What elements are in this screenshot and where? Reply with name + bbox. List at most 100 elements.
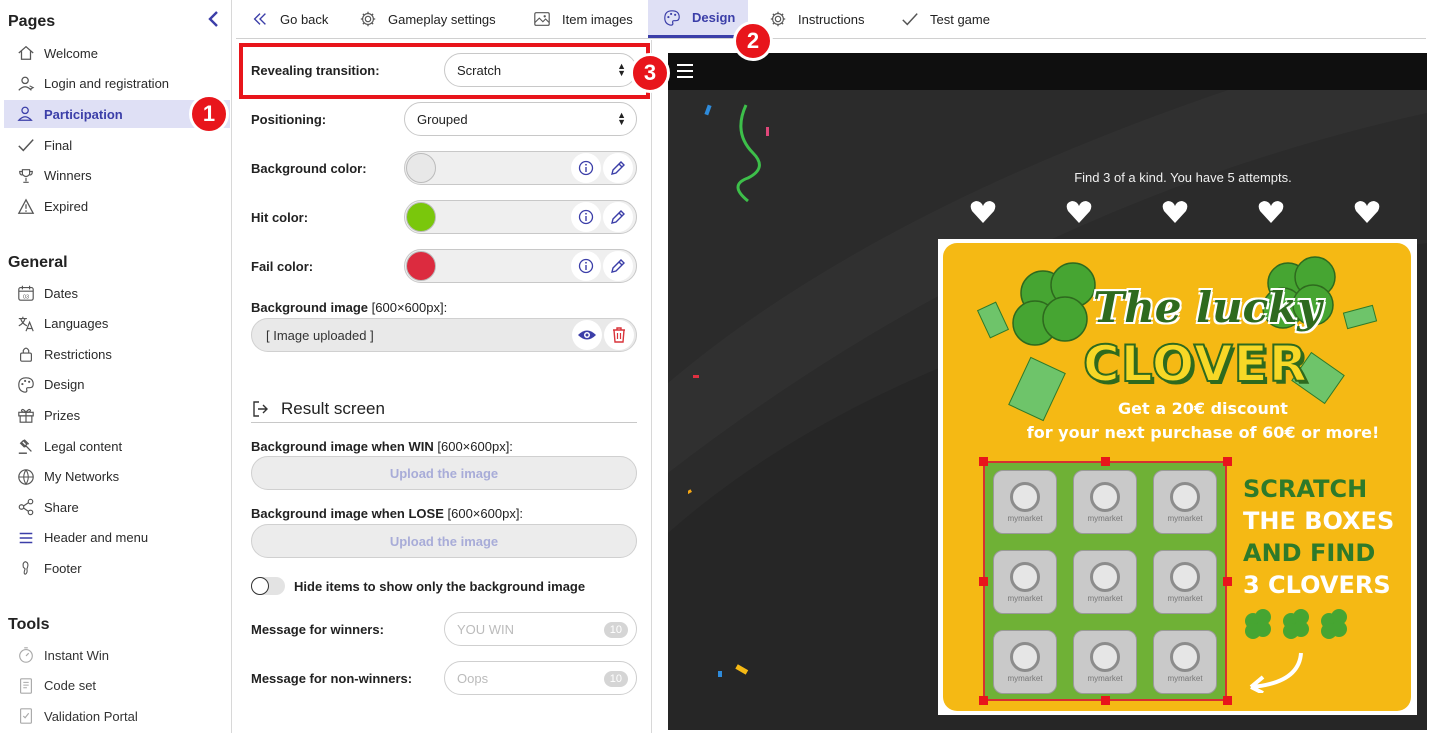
scratch-cell[interactable]: mymarket <box>1073 470 1137 534</box>
sidebar-item-footer[interactable]: Footer <box>4 554 230 582</box>
scratch-cell[interactable]: mymarket <box>1153 470 1217 534</box>
sidebar-item-header-and-menu[interactable]: Header and menu <box>4 524 230 552</box>
sidebar-item-restrictions[interactable]: Restrictions <box>4 340 230 368</box>
hamburger-menu-icon[interactable] <box>676 62 694 83</box>
fail-color-swatch[interactable] <box>406 251 436 281</box>
scratch-cell[interactable]: mymarket <box>1153 550 1217 614</box>
heart-icon <box>1257 198 1285 226</box>
resize-handle[interactable] <box>979 577 988 586</box>
sidebar-item-share[interactable]: Share <box>4 493 230 521</box>
positioning-select[interactable]: Grouped ▲ ▼ <box>404 102 637 136</box>
hide-items-label: Hide items to show only the background i… <box>294 578 586 594</box>
sidebar-item-label: Login and registration <box>44 76 170 92</box>
tab-test-game[interactable]: Test game <box>900 0 1010 38</box>
positioning-label: Positioning: <box>251 111 327 127</box>
coin-logo-icon <box>1090 481 1120 512</box>
scratch-cell[interactable]: mymarket <box>993 550 1057 614</box>
coin-logo-icon <box>1170 641 1200 672</box>
sidebar-item-design[interactable]: Design <box>4 371 230 399</box>
image-icon <box>532 9 552 29</box>
positioning-value: Grouped <box>417 111 468 127</box>
sidebar-item-prizes[interactable]: Prizes <box>4 401 230 429</box>
eyedropper-icon[interactable] <box>603 251 633 281</box>
nonwinners-msg-input[interactable]: Oops 10 <box>444 661 637 695</box>
sidebar-item-code-set[interactable]: Code set <box>4 672 230 700</box>
tab-go-back[interactable]: Go back <box>250 0 360 38</box>
info-icon[interactable] <box>571 251 601 281</box>
scratch-card: The lucky CLOVER Get a 20€ discount for … <box>938 239 1417 715</box>
collapse-sidebar-icon[interactable] <box>204 9 224 29</box>
bg-color-swatch[interactable] <box>406 153 436 183</box>
lose-image-label: Background image when LOSE [600×600px]: <box>251 505 524 521</box>
win-image-label: Background image when WIN [600×600px]: <box>251 438 513 454</box>
bg-image-value: [ Image uploaded ] <box>266 327 374 343</box>
step-badge-1: 1 <box>189 94 229 134</box>
scratch-cell[interactable]: mymarket <box>993 470 1057 534</box>
sidebar-item-winners[interactable]: Winners <box>4 162 230 190</box>
sidebar-item-login-and-registration[interactable]: Login and registration <box>4 70 230 98</box>
winners-msg-placeholder: YOU WIN <box>457 621 515 637</box>
resize-handle[interactable] <box>1101 696 1110 705</box>
upload-win-image-button[interactable]: Upload the image <box>251 456 637 490</box>
footer-icon <box>16 558 36 578</box>
sidebar-item-label: Legal content <box>44 438 123 454</box>
tab-label: Item images <box>562 11 633 27</box>
sidebar-item-instant-win[interactable]: Instant Win <box>4 641 230 669</box>
sidebar-item-legal-content[interactable]: Legal content <box>4 432 230 460</box>
user-participation-icon <box>16 104 36 124</box>
tab-gameplay-settings[interactable]: Gameplay settings <box>358 0 528 38</box>
warning-icon <box>16 197 36 217</box>
coin-logo-icon <box>1090 641 1120 672</box>
eyedropper-icon[interactable] <box>603 153 633 183</box>
sidebar-item-languages[interactable]: Languages <box>4 310 230 338</box>
confetti-decoration <box>688 104 769 677</box>
tab-label: Design <box>692 10 736 25</box>
hit-color-field[interactable] <box>404 200 637 234</box>
sidebar-item-welcome[interactable]: Welcome <box>4 39 230 67</box>
gear-icon <box>768 9 788 29</box>
palette-icon <box>16 375 36 395</box>
trash-icon[interactable] <box>604 320 634 350</box>
top-tabs: Go back Gameplay settings Item images Desig… <box>236 0 1426 39</box>
resize-handle[interactable] <box>1223 577 1232 586</box>
scratch-cell[interactable]: mymarket <box>1073 550 1137 614</box>
cell-brand: mymarket <box>1087 593 1123 603</box>
tab-item-images[interactable]: Item images <box>532 0 648 38</box>
cell-brand: mymarket <box>1007 593 1043 603</box>
sidebar-item-final[interactable]: Final <box>4 131 230 159</box>
sidebar-item-validation-portal[interactable]: Validation Portal <box>4 702 230 730</box>
winners-msg-input[interactable]: YOU WIN 10 <box>444 612 637 646</box>
stopwatch-icon <box>16 645 36 665</box>
sidebar-item-expired[interactable]: Expired <box>4 193 230 221</box>
sidebar-item-dates[interactable]: 03 Dates <box>4 279 230 307</box>
eye-icon[interactable] <box>572 320 602 350</box>
hit-color-swatch[interactable] <box>406 202 436 232</box>
fail-color-field[interactable] <box>404 249 637 283</box>
exit-icon <box>251 398 273 420</box>
card-title-line2: CLOVER <box>1082 334 1309 394</box>
scratch-grid[interactable]: mymarket mymarket mymarket mymarket mymarket… <box>979 457 1232 705</box>
resize-handle[interactable] <box>979 696 988 705</box>
resize-handle[interactable] <box>1101 457 1110 466</box>
coin-logo-icon <box>1010 481 1040 512</box>
eyedropper-icon[interactable] <box>603 202 633 232</box>
sidebar-item-my-networks[interactable]: My Networks <box>4 463 230 491</box>
resize-handle[interactable] <box>979 457 988 466</box>
heart-icon <box>1161 198 1189 226</box>
sidebar-item-label: Instant Win <box>44 647 110 663</box>
upload-lose-image-button[interactable]: Upload the image <box>251 524 637 558</box>
hide-items-toggle[interactable] <box>251 577 285 595</box>
resize-handle[interactable] <box>1223 457 1232 466</box>
resize-handle[interactable] <box>1223 696 1232 705</box>
scratch-cell[interactable]: mymarket <box>1153 630 1217 694</box>
scratch-cell[interactable]: mymarket <box>993 630 1057 694</box>
tab-design[interactable]: Design <box>648 0 748 38</box>
info-icon[interactable] <box>571 153 601 183</box>
scratch-cell[interactable]: mymarket <box>1073 630 1137 694</box>
tab-instructions[interactable]: Instructions <box>768 0 898 38</box>
game-preview: Find 3 of a kind. You have 5 attempts. T… <box>668 53 1427 730</box>
promo-line1: Get a 20€ discount <box>1118 399 1288 418</box>
nonwinners-msg-label: Message for non-winners: <box>251 670 413 686</box>
bg-color-field[interactable] <box>404 151 637 185</box>
info-icon[interactable] <box>571 202 601 232</box>
